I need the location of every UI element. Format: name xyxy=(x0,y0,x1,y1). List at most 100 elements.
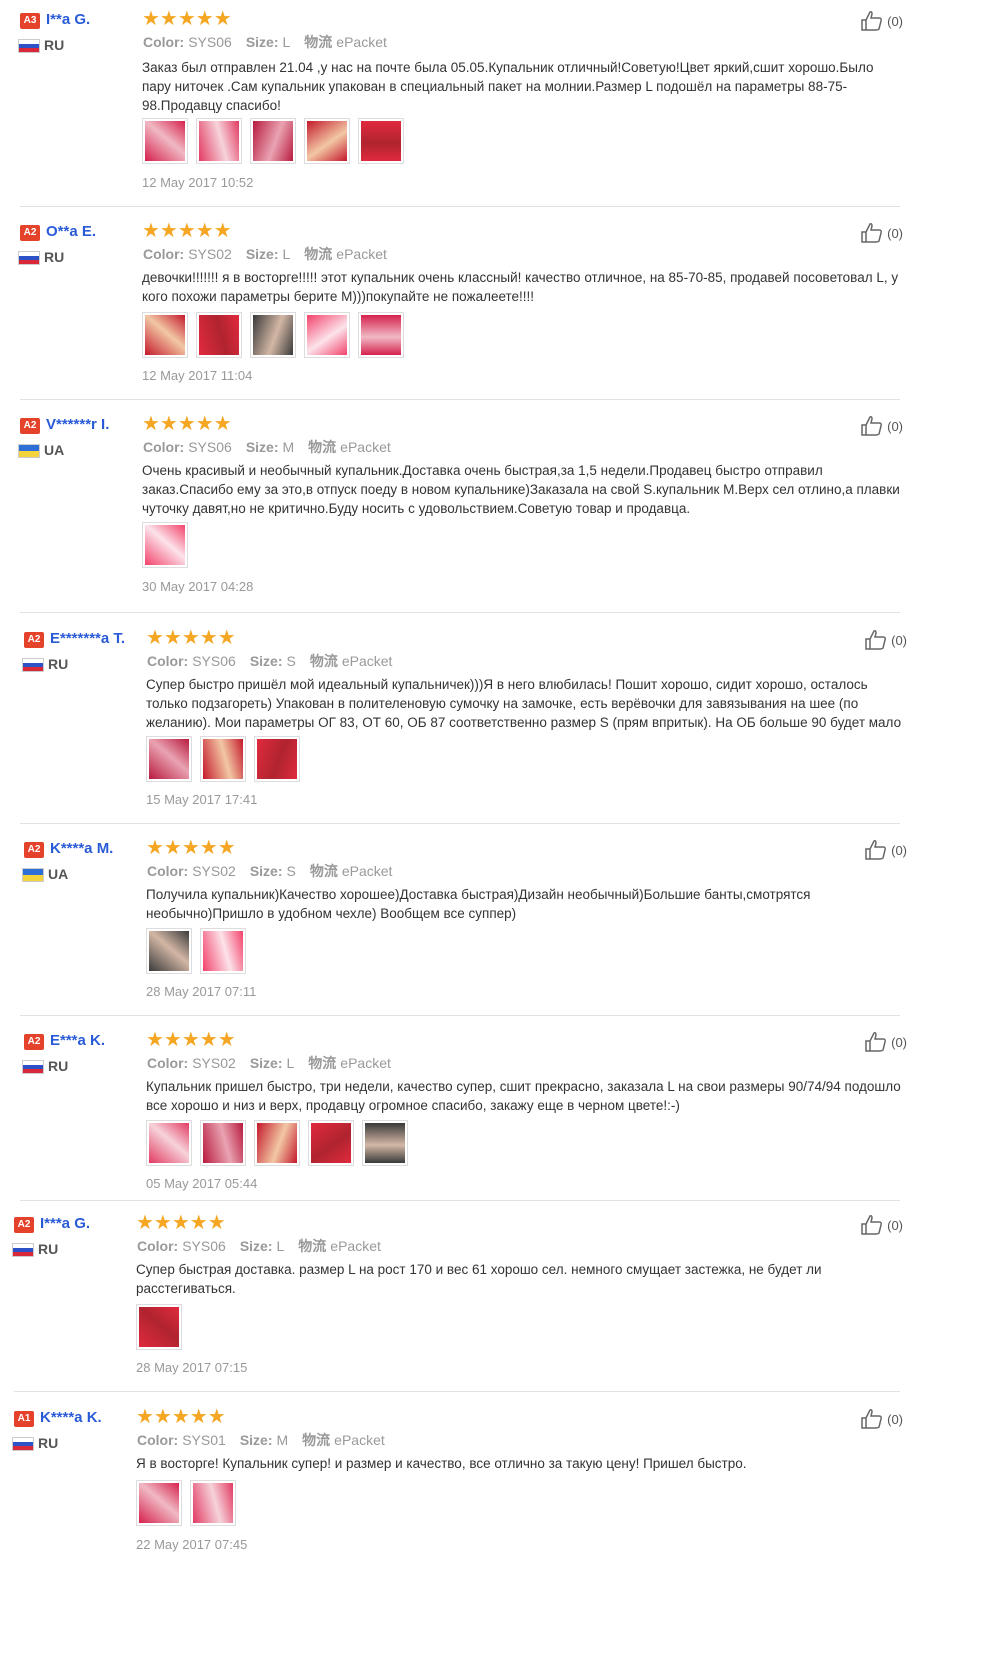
helpful-button[interactable]: (0) xyxy=(864,1031,907,1053)
color-label: Color: xyxy=(143,34,185,50)
size-label: Size: xyxy=(239,1238,273,1254)
color-value: SYS06 xyxy=(182,1238,226,1254)
color-label: Color: xyxy=(147,1055,189,1071)
review-text: Получила купальник)Качество хорошее)Дост… xyxy=(146,887,811,921)
review-photo-thumbnail[interactable] xyxy=(200,928,246,974)
review-photo-thumbnail[interactable] xyxy=(196,118,242,164)
review-photo-thumbnail[interactable] xyxy=(146,1120,192,1166)
color-value: SYS06 xyxy=(188,439,232,455)
helpful-button[interactable]: (0) xyxy=(864,839,907,861)
reviewer-name[interactable]: I**a G. xyxy=(46,11,90,28)
review-photo-thumbnail[interactable] xyxy=(250,118,296,164)
reviewer-name[interactable]: K****a K. xyxy=(40,1409,102,1426)
size-value: L xyxy=(282,246,291,262)
color-label: Color: xyxy=(147,653,189,669)
purchase-attributes: Color: SYS06 Size: S 物流 ePacket xyxy=(147,651,392,671)
review-photo-thumbnail[interactable] xyxy=(142,118,188,164)
thumbs-up-icon xyxy=(860,415,884,437)
reviewer-country: RU xyxy=(48,1058,69,1074)
country-flag-icon xyxy=(18,444,40,458)
review-photo-thumbnail[interactable] xyxy=(304,118,350,164)
review-text: Я в восторге! Купальник супер! и размер … xyxy=(136,1456,747,1471)
review-photo-thumbnail[interactable] xyxy=(146,928,192,974)
review-date: 28 May 2017 07:11 xyxy=(146,984,257,999)
shipping-label: 物流 xyxy=(309,863,338,879)
review-photo-thumbnail[interactable] xyxy=(254,736,300,782)
helpful-count: (0) xyxy=(887,225,903,241)
color-label: Color: xyxy=(143,246,185,262)
color-label: Color: xyxy=(137,1238,179,1254)
reviewer-name[interactable]: E*******a T. xyxy=(50,630,125,647)
review-photos xyxy=(146,1120,408,1166)
helpful-button[interactable]: (0) xyxy=(860,222,903,244)
review-photo-thumbnail[interactable] xyxy=(358,312,404,358)
country-flag-icon xyxy=(22,1060,44,1074)
color-value: SYS01 xyxy=(182,1432,226,1448)
country-flag-icon xyxy=(22,658,44,672)
review-text: Заказ был отправлен 21.04 ,у нас на почт… xyxy=(142,60,874,113)
review-photo-thumbnail[interactable] xyxy=(146,736,192,782)
buyer-level-badge: A2 xyxy=(24,1034,44,1050)
helpful-count: (0) xyxy=(891,1034,907,1050)
thumbs-up-icon xyxy=(864,839,888,861)
review-photo-thumbnail[interactable] xyxy=(254,1120,300,1166)
star-rating: ★★★★★ xyxy=(142,8,232,30)
star-rating: ★★★★★ xyxy=(146,1029,236,1051)
review-photo-thumbnail[interactable] xyxy=(190,1480,236,1526)
review-photo-thumbnail[interactable] xyxy=(304,312,350,358)
star-rating: ★★★★★ xyxy=(136,1212,226,1234)
review-photo-thumbnail[interactable] xyxy=(200,736,246,782)
reviewer-name[interactable]: I***a G. xyxy=(40,1215,90,1232)
shipping-label: 物流 xyxy=(308,1055,337,1071)
size-label: Size: xyxy=(239,1432,273,1448)
star-rating: ★★★★★ xyxy=(146,837,236,859)
helpful-button[interactable]: (0) xyxy=(860,10,903,32)
purchase-attributes: Color: SYS01 Size: M 物流 ePacket xyxy=(137,1430,385,1450)
review-text: Супер быстрая доставка. размер L на рост… xyxy=(136,1262,822,1296)
color-value: SYS02 xyxy=(188,246,232,262)
country-flag-icon xyxy=(12,1437,34,1451)
buyer-level-badge: A1 xyxy=(14,1411,34,1427)
review-photo-thumbnail[interactable] xyxy=(358,118,404,164)
country-flag-icon xyxy=(12,1243,34,1257)
reviewer-name[interactable]: V******r I. xyxy=(46,416,109,433)
reviewer-name[interactable]: O**a E. xyxy=(46,223,96,240)
review-date: 28 May 2017 07:15 xyxy=(136,1360,248,1375)
review-photo-thumbnail[interactable] xyxy=(362,1120,408,1166)
thumbs-up-icon xyxy=(860,1408,884,1430)
star-rating: ★★★★★ xyxy=(142,220,232,242)
review-photo-thumbnail[interactable] xyxy=(142,312,188,358)
review-text: Очень красивый и необычный купальник.Дос… xyxy=(142,463,900,516)
review-photo-thumbnail[interactable] xyxy=(136,1480,182,1526)
buyer-level-badge: A2 xyxy=(14,1217,34,1233)
review-photo-thumbnail[interactable] xyxy=(250,312,296,358)
helpful-button[interactable]: (0) xyxy=(860,1408,903,1430)
buyer-level-badge: A2 xyxy=(20,418,40,434)
helpful-button[interactable]: (0) xyxy=(860,415,903,437)
reviewer-country: RU xyxy=(38,1241,59,1257)
review-photo-thumbnail[interactable] xyxy=(200,1120,246,1166)
review-photo-thumbnail[interactable] xyxy=(136,1304,182,1350)
reviewer-name[interactable]: E***a K. xyxy=(50,1032,105,1049)
size-label: Size: xyxy=(249,1055,283,1071)
color-value: SYS06 xyxy=(188,34,232,50)
helpful-button[interactable]: (0) xyxy=(864,629,907,651)
purchase-attributes: Color: SYS02 Size: L 物流 ePacket xyxy=(147,1053,391,1073)
thumbs-up-icon xyxy=(860,222,884,244)
buyer-level-badge: A2 xyxy=(24,632,44,648)
shipping-value: ePacket xyxy=(330,1238,381,1254)
reviewer-name[interactable]: K****a M. xyxy=(50,840,113,857)
size-value: S xyxy=(286,863,296,879)
size-label: Size: xyxy=(249,653,283,669)
review-photo-thumbnail[interactable] xyxy=(142,522,188,568)
review-photo-thumbnail[interactable] xyxy=(196,312,242,358)
purchase-attributes: Color: SYS06 Size: L 物流 ePacket xyxy=(137,1236,381,1256)
size-value: S xyxy=(286,653,296,669)
review-photos xyxy=(142,312,404,358)
helpful-count: (0) xyxy=(891,842,907,858)
review-date: 05 May 2017 05:44 xyxy=(146,1176,258,1191)
helpful-button[interactable]: (0) xyxy=(860,1214,903,1236)
review-photo-thumbnail[interactable] xyxy=(308,1120,354,1166)
review-photos xyxy=(142,118,404,164)
review-divider xyxy=(20,206,900,207)
